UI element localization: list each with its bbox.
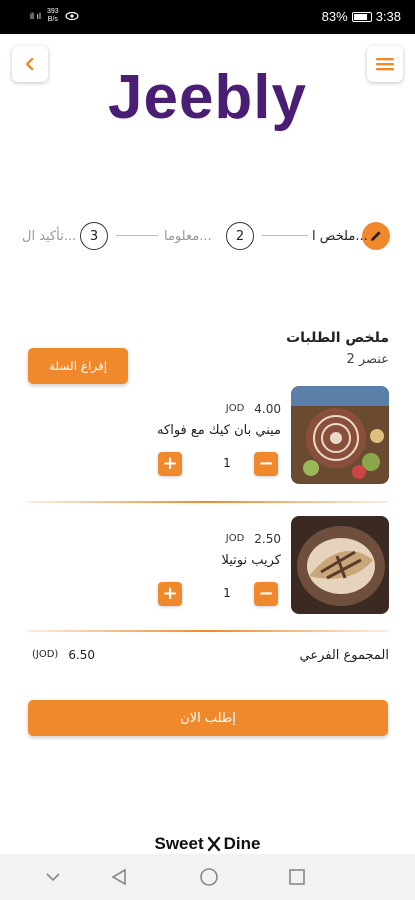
eye-icon — [65, 11, 79, 21]
network-speed: 393 B/s — [47, 8, 59, 24]
step-connector — [262, 235, 308, 236]
item-quantity: 1 — [223, 586, 231, 600]
battery-fill — [353, 13, 367, 20]
signal-indicator: il ıl — [30, 11, 41, 21]
recents-square-icon[interactable] — [286, 866, 308, 888]
item-price-value: 4.00 — [254, 402, 281, 416]
item-price-value: 2.50 — [254, 532, 281, 546]
fork-spoon-icon — [207, 836, 220, 852]
divider — [28, 630, 388, 632]
network-speed-unit: B/s — [47, 16, 58, 23]
battery-percent: 83% — [321, 9, 348, 24]
step-2-label[interactable]: معلوما... — [164, 229, 212, 244]
cart-item: JOD 4.00 ميني بان كيك مع فواكه − 1 + — [0, 386, 415, 496]
order-summary-title: ملخص الطلبات — [286, 330, 389, 346]
cart-item: JOD 2.50 كريب نوتيلا − 1 + — [0, 516, 415, 626]
screen: il ıl 393 B/s 83% 3:38 Jeebly ملخص ا... … — [0, 0, 415, 900]
brand-sweet: Sweet — [154, 834, 204, 853]
network-speed-value: 393 — [47, 8, 59, 15]
decrease-quantity-button[interactable]: − — [254, 452, 278, 476]
empty-cart-button[interactable]: إفراغ السلة — [28, 348, 128, 384]
clock: 3:38 — [375, 9, 401, 24]
item-name: ميني بان كيك مع فواكه — [157, 423, 281, 438]
item-price: JOD 2.50 — [226, 532, 281, 546]
step-1-label[interactable]: ملخص ا... — [312, 229, 368, 244]
status-bar: il ıl 393 B/s 83% 3:38 — [0, 0, 415, 34]
pencil-icon — [371, 231, 381, 241]
step-connector — [116, 235, 158, 236]
home-circle-icon[interactable] — [198, 866, 220, 888]
back-triangle-icon[interactable] — [108, 866, 130, 888]
item-currency: JOD — [225, 533, 245, 544]
chevron-down-icon[interactable] — [42, 866, 64, 888]
system-nav-bar — [0, 854, 415, 900]
divider — [28, 501, 388, 503]
item-image-pancakes — [291, 386, 389, 484]
step-3-label[interactable]: تأكيد ال... — [22, 229, 76, 244]
brand-footer: Sweet Dine — [0, 834, 415, 854]
app-logo: Jeebly — [107, 63, 308, 132]
status-right: 83% 3:38 — [322, 9, 401, 24]
battery-icon — [351, 11, 372, 22]
item-image-crepe — [291, 516, 389, 614]
checkout-stepper: ملخص ا... 2 معلوما... 3 تأكيد ال... — [0, 222, 415, 252]
item-count: 2 عنصر — [346, 352, 389, 367]
status-left: il ıl 393 B/s — [30, 8, 79, 24]
order-now-button[interactable]: إطلب الان — [28, 700, 388, 736]
step-2-circle[interactable]: 2 — [226, 222, 254, 250]
subtotal-currency: (JOD) — [32, 649, 59, 660]
item-name: كريب نوتيلا — [221, 553, 281, 568]
step-3-circle[interactable]: 3 — [80, 222, 108, 250]
subtotal-amount: 6.50 — [68, 648, 96, 662]
subtotal-label: المجموع الفرعي — [299, 648, 389, 663]
increase-quantity-button[interactable]: + — [158, 452, 182, 476]
item-price: JOD 4.00 — [226, 402, 281, 416]
item-quantity: 1 — [223, 456, 231, 470]
decrease-quantity-button[interactable]: − — [254, 582, 278, 606]
increase-quantity-button[interactable]: + — [158, 582, 182, 606]
item-currency: JOD — [225, 403, 245, 414]
brand-dine: Dine — [223, 834, 261, 853]
subtotal-value: (JOD) 6.50 — [32, 648, 95, 662]
